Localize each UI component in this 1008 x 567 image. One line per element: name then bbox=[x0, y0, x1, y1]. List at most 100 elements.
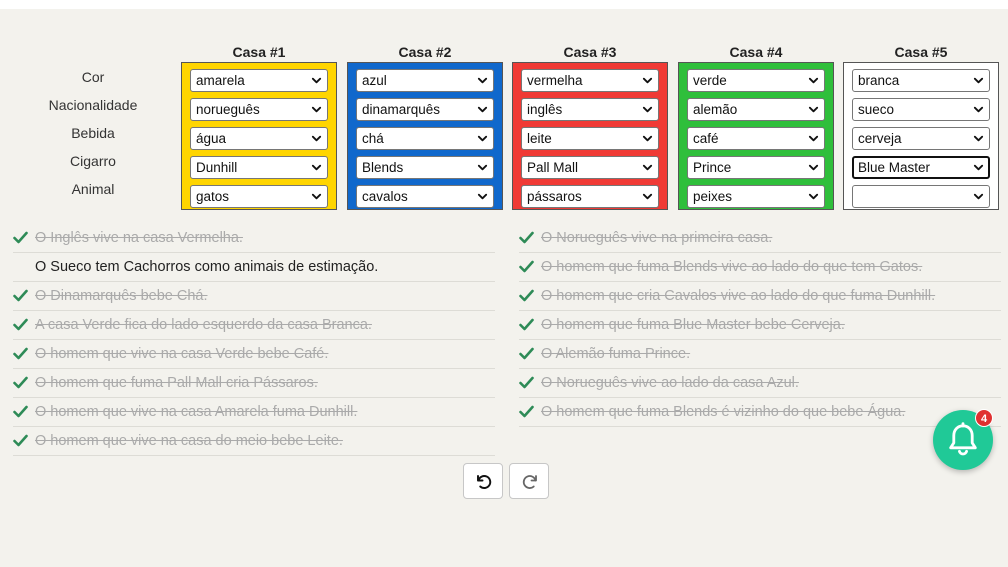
check-icon bbox=[519, 376, 534, 389]
select-cor-house-4[interactable]: verde bbox=[687, 69, 825, 92]
select-nacionalidade-house-5[interactable]: sueco bbox=[852, 98, 990, 121]
select-animal-house-2[interactable]: cavalos bbox=[356, 185, 494, 208]
chevron-down-icon bbox=[311, 135, 322, 142]
clue-text: O Dinamarquês bebe Chá. bbox=[35, 288, 208, 304]
row-label-3: Cigarro bbox=[70, 153, 116, 169]
clue-item[interactable]: O homem que vive na casa Amarela fuma Du… bbox=[13, 398, 495, 427]
select-cigarro-house-2[interactable]: Blends bbox=[356, 156, 494, 179]
check-icon bbox=[13, 289, 28, 302]
select-bebida-house-5[interactable]: cerveja bbox=[852, 127, 990, 150]
select-cigarro-house-4[interactable]: Prince bbox=[687, 156, 825, 179]
clue-item[interactable]: O Norueguês vive ao lado da casa Azul. bbox=[519, 369, 1001, 398]
select-value: sueco bbox=[858, 102, 895, 117]
clue-item[interactable]: O Dinamarquês bebe Chá. bbox=[13, 282, 495, 311]
redo-icon bbox=[522, 475, 537, 489]
clue-text: O homem que vive na casa Amarela fuma Du… bbox=[35, 404, 358, 420]
check-icon bbox=[519, 347, 534, 360]
select-value: norueguês bbox=[196, 102, 260, 117]
select-cor-house-1[interactable]: amarela bbox=[190, 69, 328, 92]
check-icon bbox=[13, 405, 28, 418]
select-value: gatos bbox=[196, 189, 230, 204]
select-nacionalidade-house-2[interactable]: dinamarquês bbox=[356, 98, 494, 121]
house-2: azul dinamarquês chá Blends cavalos bbox=[347, 62, 503, 210]
chevron-down-icon bbox=[477, 135, 488, 142]
select-value: cavalos bbox=[362, 189, 408, 204]
clue-text: O Norueguês vive ao lado da casa Azul. bbox=[541, 375, 799, 391]
select-bebida-house-3[interactable]: leite bbox=[521, 127, 659, 150]
select-cor-house-5[interactable]: branca bbox=[852, 69, 990, 92]
select-value: Blends bbox=[362, 160, 404, 175]
chevron-down-icon bbox=[808, 135, 819, 142]
clue-item[interactable]: O Inglês vive na casa Vermelha. bbox=[13, 224, 495, 253]
select-value: alemão bbox=[693, 102, 738, 117]
check-icon bbox=[13, 318, 28, 331]
check-icon bbox=[519, 405, 534, 418]
select-animal-house-5[interactable] bbox=[852, 185, 990, 208]
row-label-0: Cor bbox=[81, 69, 105, 85]
select-bebida-house-4[interactable]: café bbox=[687, 127, 825, 150]
chevron-down-icon bbox=[477, 77, 488, 84]
check-icon bbox=[13, 434, 28, 447]
chevron-down-icon bbox=[973, 193, 984, 200]
chevron-down-icon bbox=[808, 106, 819, 113]
redo-button[interactable] bbox=[509, 463, 549, 499]
clue-text: O Inglês vive na casa Vermelha. bbox=[35, 230, 243, 246]
select-cigarro-house-3[interactable]: Pall Mall bbox=[521, 156, 659, 179]
check-icon bbox=[519, 231, 534, 244]
select-nacionalidade-house-1[interactable]: norueguês bbox=[190, 98, 328, 121]
house-title: Casa #3 bbox=[563, 44, 617, 60]
select-value: café bbox=[693, 131, 719, 146]
clue-item[interactable]: O homem que fuma Pall Mall cria Pássaros… bbox=[13, 369, 495, 398]
house-title: Casa #2 bbox=[398, 44, 452, 60]
chevron-down-icon bbox=[973, 164, 984, 171]
clue-item[interactable]: O Alemão fuma Prince. bbox=[519, 340, 1001, 369]
row-label-4: Animal bbox=[71, 181, 115, 197]
select-value: chá bbox=[362, 131, 384, 146]
select-nacionalidade-house-3[interactable]: inglês bbox=[521, 98, 659, 121]
select-cigarro-house-5[interactable]: Blue Master bbox=[852, 156, 990, 179]
chevron-down-icon bbox=[311, 164, 322, 171]
house-4: verde alemão café Prince peixes bbox=[678, 62, 834, 210]
house-3: vermelha inglês leite Pall Mall pássaros bbox=[512, 62, 668, 210]
chevron-down-icon bbox=[808, 164, 819, 171]
clue-item[interactable]: O homem que vive na casa Verde bebe Café… bbox=[13, 340, 495, 369]
select-bebida-house-2[interactable]: chá bbox=[356, 127, 494, 150]
select-value: água bbox=[196, 131, 227, 146]
select-value: vermelha bbox=[527, 73, 583, 88]
chevron-down-icon bbox=[973, 77, 984, 84]
chevron-down-icon bbox=[642, 106, 653, 113]
check-icon bbox=[519, 289, 534, 302]
select-animal-house-4[interactable]: peixes bbox=[687, 185, 825, 208]
house-title: Casa #4 bbox=[729, 44, 783, 60]
chevron-down-icon bbox=[311, 106, 322, 113]
house-1: amarela norueguês água Dunhill gatos bbox=[181, 62, 337, 210]
clue-item[interactable]: O homem que vive na casa do meio bebe Le… bbox=[13, 427, 495, 456]
house-title: Casa #1 bbox=[232, 44, 286, 60]
select-cor-house-2[interactable]: azul bbox=[356, 69, 494, 92]
select-cigarro-house-1[interactable]: Dunhill bbox=[190, 156, 328, 179]
undo-button[interactable] bbox=[463, 463, 503, 499]
select-value: peixes bbox=[693, 189, 733, 204]
chevron-down-icon bbox=[642, 135, 653, 142]
clue-item[interactable]: O homem que cria Cavalos vive ao lado do… bbox=[519, 282, 1001, 311]
clue-item[interactable]: O Sueco tem Cachorros como animais de es… bbox=[13, 253, 495, 282]
select-animal-house-3[interactable]: pássaros bbox=[521, 185, 659, 208]
bell-icon bbox=[949, 422, 977, 456]
house-title: Casa #5 bbox=[894, 44, 948, 60]
row-label-2: Bebida bbox=[71, 125, 115, 141]
clue-text: O Sueco tem Cachorros como animais de es… bbox=[35, 259, 379, 275]
clue-text: O Alemão fuma Prince. bbox=[541, 346, 691, 362]
clue-item[interactable]: O homem que fuma Blue Master bebe Cervej… bbox=[519, 311, 1001, 340]
clue-item[interactable]: O homem que fuma Blends vive ao lado do … bbox=[519, 253, 1001, 282]
clue-text: O homem que fuma Blends vive ao lado do … bbox=[541, 259, 923, 275]
select-bebida-house-1[interactable]: água bbox=[190, 127, 328, 150]
select-cor-house-3[interactable]: vermelha bbox=[521, 69, 659, 92]
clue-item[interactable]: O Norueguês vive na primeira casa. bbox=[519, 224, 1001, 253]
clue-item[interactable]: A casa Verde fica do lado esquerdo da ca… bbox=[13, 311, 495, 340]
clue-item[interactable]: O homem que fuma Blends é vizinho do que… bbox=[519, 398, 1001, 427]
chevron-down-icon bbox=[642, 193, 653, 200]
clue-text: A casa Verde fica do lado esquerdo da ca… bbox=[35, 317, 372, 333]
select-nacionalidade-house-4[interactable]: alemão bbox=[687, 98, 825, 121]
select-animal-house-1[interactable]: gatos bbox=[190, 185, 328, 208]
clue-text: O homem que vive na casa do meio bebe Le… bbox=[35, 433, 343, 449]
